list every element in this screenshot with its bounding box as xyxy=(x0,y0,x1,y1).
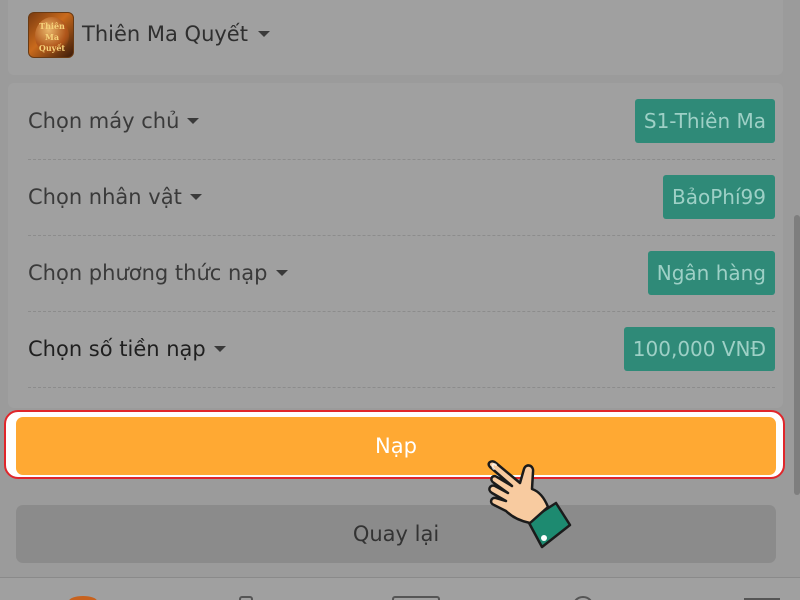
recharge-form: Chọn máy chủ S1-Thiên Ma Chọn nhân vật B… xyxy=(8,83,783,408)
nap-button-label: Nạp xyxy=(375,434,417,458)
character-dropdown[interactable]: Chọn nhân vật xyxy=(28,185,202,209)
back-button-label: Quay lại xyxy=(352,522,440,546)
bottom-nav xyxy=(0,577,800,600)
menu-icon[interactable] xyxy=(742,595,782,600)
logo-art-icon: Thiên Ma Quyết xyxy=(39,21,66,53)
svg-text:Quyết: Quyết xyxy=(39,43,66,53)
method-dropdown[interactable]: Chọn phương thức nạp xyxy=(28,261,288,285)
caret-down-icon xyxy=(187,118,200,124)
character-value-badge[interactable]: BảoPhí99 xyxy=(663,175,775,219)
amount-label: Chọn số tiền nạp xyxy=(28,337,206,361)
server-label: Chọn máy chủ xyxy=(28,109,180,133)
caret-down-icon xyxy=(189,194,202,200)
home-icon[interactable] xyxy=(66,595,100,600)
nap-button[interactable]: Nạp xyxy=(16,417,776,475)
scrollbar[interactable] xyxy=(794,215,800,495)
caret-down-icon xyxy=(213,346,226,352)
amount-row[interactable]: Chọn số tiền nạp 100,000 VNĐ xyxy=(28,311,775,388)
clock-icon[interactable] xyxy=(566,595,600,600)
phone-icon[interactable] xyxy=(236,595,256,600)
game-name-label: Thiên Ma Quyết xyxy=(82,22,248,46)
amount-value-badge[interactable]: 100,000 VNĐ xyxy=(623,327,775,371)
server-row[interactable]: Chọn máy chủ S1-Thiên Ma xyxy=(28,83,775,160)
character-label: Chọn nhân vật xyxy=(28,185,182,209)
back-button[interactable]: Quay lại xyxy=(16,505,776,563)
server-value-badge[interactable]: S1-Thiên Ma xyxy=(634,99,775,143)
svg-text:Ma: Ma xyxy=(45,32,59,42)
game-selector[interactable]: Thiên Ma Quyết Thiên Ma Quyết xyxy=(8,0,783,75)
game-logo: Thiên Ma Quyết xyxy=(28,12,74,58)
caret-down-icon xyxy=(275,270,288,276)
payment-page: Thiên Ma Quyết Thiên Ma Quyết Chọn máy c… xyxy=(0,0,800,600)
hand-pointer-icon xyxy=(487,460,572,549)
server-dropdown[interactable]: Chọn máy chủ xyxy=(28,109,200,133)
method-label: Chọn phương thức nạp xyxy=(28,261,268,285)
caret-down-icon xyxy=(257,31,270,37)
method-row[interactable]: Chọn phương thức nạp Ngân hàng xyxy=(28,235,775,312)
card-icon[interactable] xyxy=(392,595,440,600)
game-title[interactable]: Thiên Ma Quyết xyxy=(82,22,270,46)
method-value-badge[interactable]: Ngân hàng xyxy=(647,251,775,295)
character-row[interactable]: Chọn nhân vật BảoPhí99 xyxy=(28,159,775,236)
svg-text:Thiên: Thiên xyxy=(39,21,65,31)
amount-dropdown[interactable]: Chọn số tiền nạp xyxy=(28,337,226,361)
